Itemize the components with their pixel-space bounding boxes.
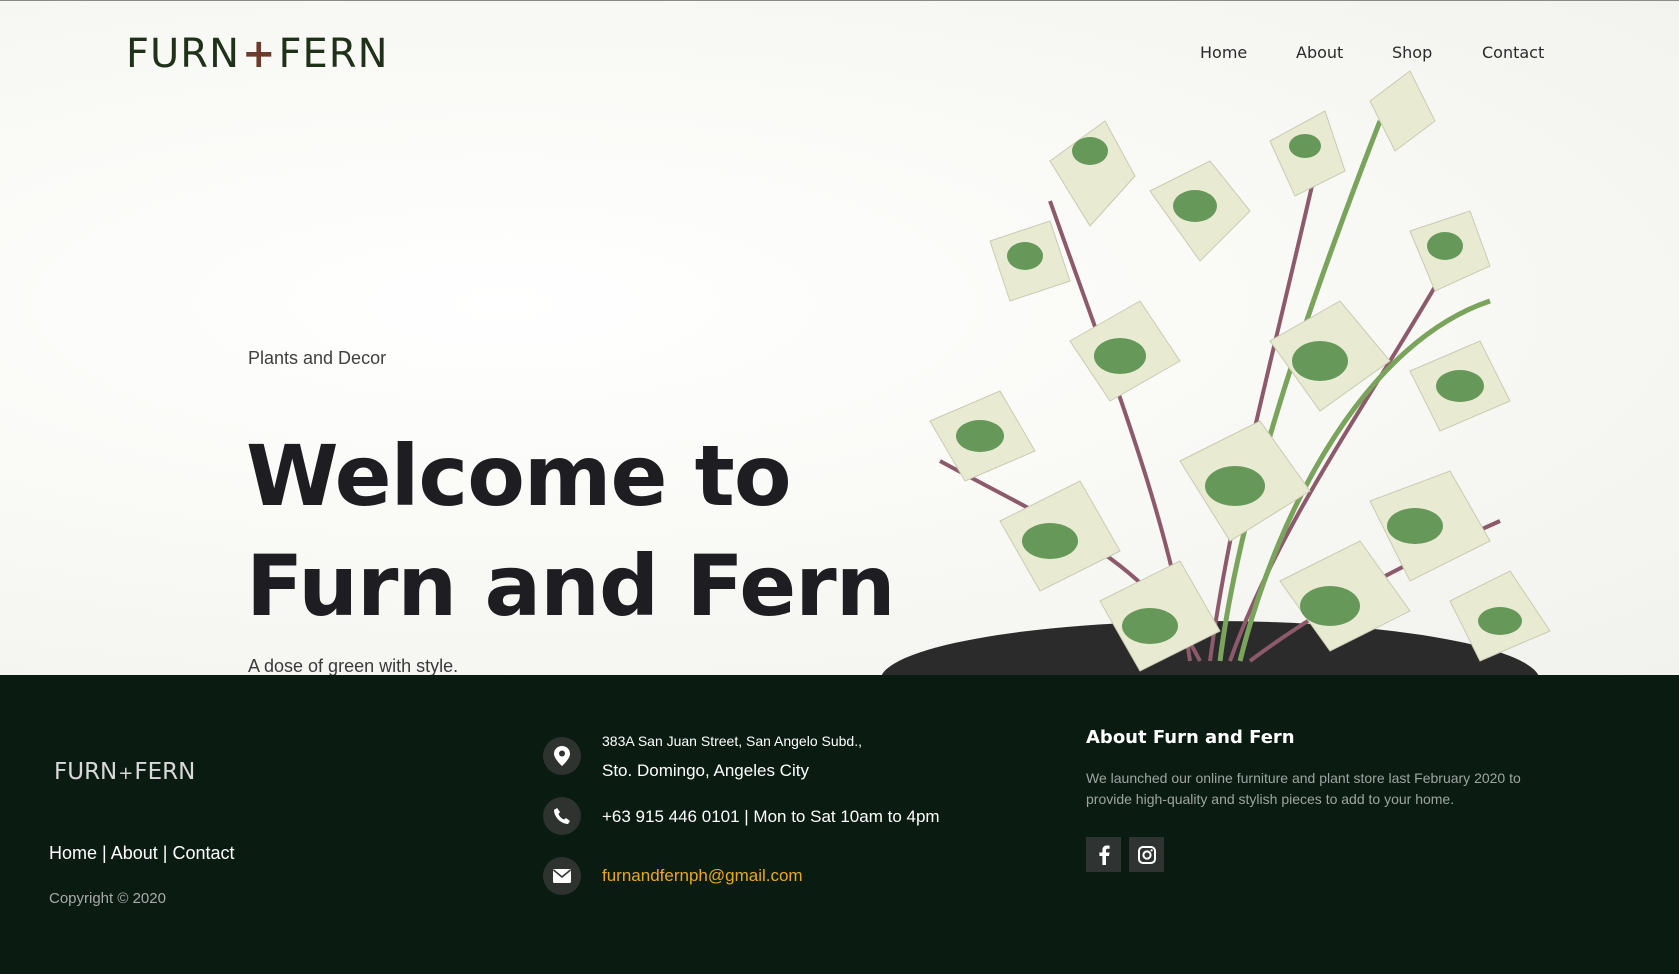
logo-text-fern: FERN	[278, 31, 389, 77]
facebook-button[interactable]	[1086, 837, 1121, 872]
about-heading: About Furn and Fern	[1086, 727, 1295, 748]
mail-icon	[543, 857, 581, 895]
headline-line-2: Furn and Fern	[246, 537, 895, 635]
footer-link-contact[interactable]: Contact	[173, 843, 235, 863]
location-pin-icon	[543, 737, 581, 775]
footer-logo[interactable]: FURN+FERN	[54, 759, 195, 785]
copyright-text: Copyright © 2020	[49, 890, 166, 907]
footer-link-about[interactable]: About	[111, 843, 158, 863]
footer-links: Home | About | Contact	[49, 843, 235, 864]
hero-section: FURN+FERN Home About Shop Contact Plants…	[0, 1, 1679, 675]
footer-logo-furn: FURN	[54, 759, 118, 785]
logo-plus: +	[242, 31, 277, 77]
hero-tagline: A dose of green with style.	[248, 656, 459, 675]
instagram-button[interactable]	[1129, 837, 1164, 872]
hero-plant-image	[881, 70, 1551, 675]
hero-eyebrow: Plants and Decor	[248, 348, 387, 368]
site-logo[interactable]: FURN+FERN	[126, 31, 389, 77]
phone-icon	[543, 797, 581, 835]
facebook-icon	[1098, 844, 1110, 865]
footer-logo-fern: FERN	[134, 759, 196, 785]
address-line-1: 383A San Juan Street, San Angelo Subd.,	[602, 733, 862, 749]
address-line-2: Sto. Domingo, Angeles City	[602, 761, 809, 780]
site-footer: FURN+FERN Home | About | Contact Copyrig…	[0, 675, 1679, 974]
logo-text-furn: FURN	[126, 31, 240, 77]
about-description: We launched our online furniture and pla…	[1086, 770, 1521, 807]
footer-link-home[interactable]: Home	[49, 843, 97, 863]
footer-link-separator: |	[162, 843, 168, 863]
email-link[interactable]: furnandfernph@gmail.com	[602, 866, 803, 886]
instagram-icon	[1137, 845, 1156, 864]
phone-hours: +63 915 446 0101 | Mon to Sat 10am to 4p…	[602, 807, 940, 826]
footer-link-separator: |	[102, 843, 107, 863]
footer-logo-plus: +	[118, 763, 134, 784]
hero-headline: Welcome to Furn and Fern	[246, 421, 946, 641]
headline-line-1: Welcome to	[246, 427, 792, 525]
